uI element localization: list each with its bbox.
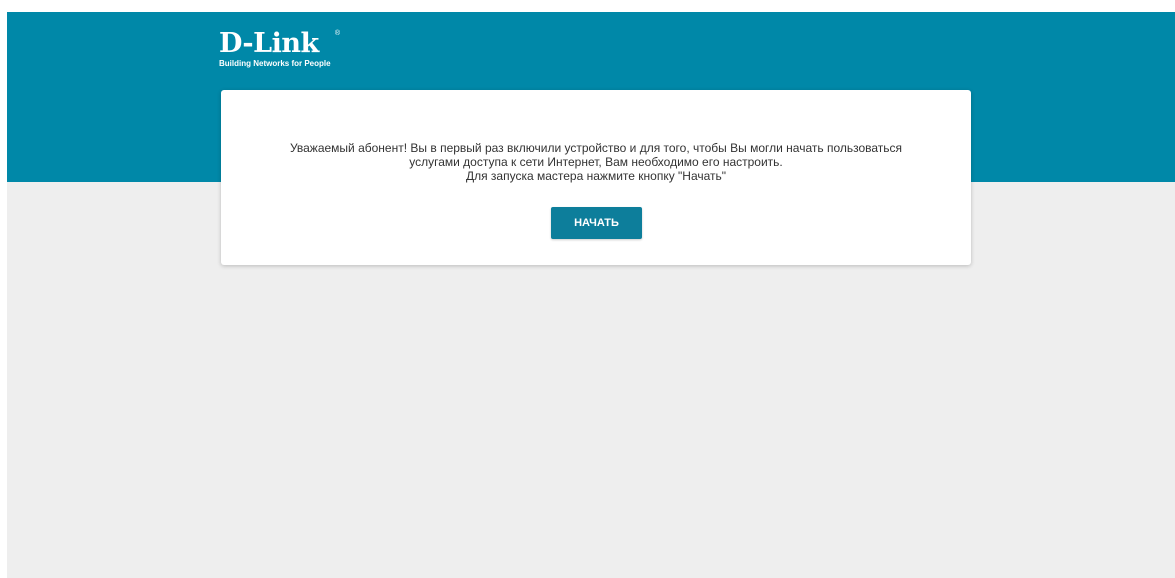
welcome-message-line-3: Для запуска мастера нажмите кнопку "Нача… [465,169,727,183]
logo-tagline: Building Networks for People [219,59,331,68]
logo-wordmark: D-Link ® [219,28,340,59]
welcome-card: Уважаемый абонент! Вы в первый раз включ… [221,90,971,265]
dlink-logo: D-Link ® Building Networks for People [219,28,340,69]
welcome-message-line-2: услугами доступа к сети Интернет, Вам не… [409,155,783,169]
welcome-message: Уважаемый абонент! Вы в первый раз включ… [221,141,971,183]
registered-mark: ® [334,30,340,37]
welcome-message-line-1: Уважаемый абонент! Вы в первый раз включ… [289,141,903,155]
start-button[interactable]: НАЧАТЬ [551,207,642,239]
browser-viewport: D-Link ® Building Networks for People Ува… [7,12,1175,578]
logo-text: D-Link [219,28,319,59]
